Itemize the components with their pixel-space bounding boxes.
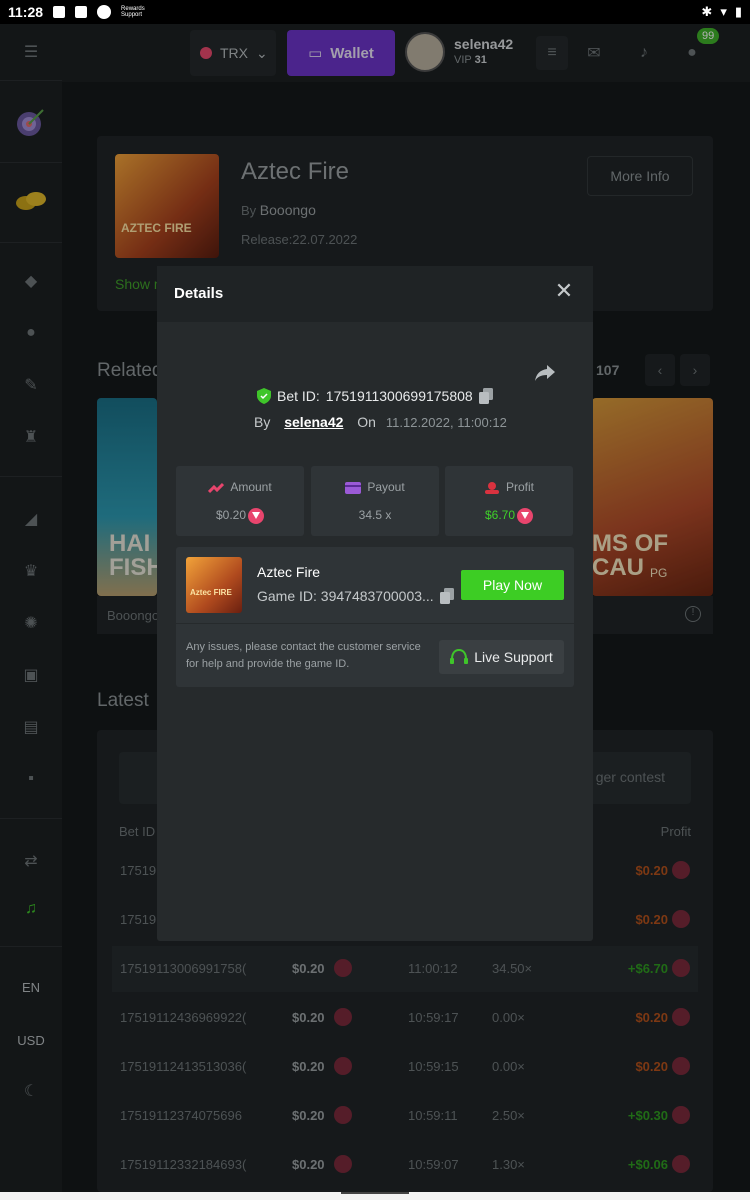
live-support-label: Live Support <box>474 649 553 665</box>
stat-payout: Payout 34.5 x <box>311 466 439 536</box>
battery-icon: ▮ <box>734 4 742 19</box>
app-notification-icon: Rewards Support <box>121 6 145 18</box>
amount-icon <box>208 482 225 493</box>
details-modal: Details ✕ Bet ID: 1751911300699175808 By… <box>157 266 593 941</box>
bet-owner-row: By selena42 On 11.12.2022, 11:00:12 <box>254 414 507 430</box>
stat-payout-label: Payout <box>367 480 405 494</box>
stat-profit-value: $6.70 <box>484 508 516 523</box>
gesture-bar <box>0 1192 750 1200</box>
by-label: By <box>254 414 271 430</box>
live-support-button[interactable]: Live Support <box>439 640 564 674</box>
payout-card-icon <box>345 481 362 494</box>
stat-profit-label-row: Profit <box>445 480 573 494</box>
square-icon <box>75 6 88 18</box>
stat-profit: Profit $6.70 <box>445 466 573 536</box>
shield-check-icon <box>257 388 271 404</box>
profit-icon <box>484 481 499 494</box>
bet-id-value: 1751911300699175808 <box>325 388 473 404</box>
bluetooth-icon: ✱ <box>701 4 713 19</box>
bet-id-label: Bet ID: <box>277 388 320 404</box>
home-indicator[interactable] <box>341 1192 409 1194</box>
stat-amount: Amount $0.20 <box>176 466 304 536</box>
copy-icon[interactable] <box>478 388 493 404</box>
status-time: 11:28 <box>8 4 44 20</box>
stat-profit-value-row: $6.70 <box>445 508 573 524</box>
thumbnail-logo-text: Aztec FIRE <box>190 588 232 597</box>
stat-profit-label: Profit <box>505 480 534 494</box>
game-id: Game ID: 3947483700003... <box>257 588 434 604</box>
support-note: Any issues, please contact the customer … <box>186 641 421 670</box>
status-bar: 11:28 Rewards Support ✱ ▾ ▮ <box>0 0 750 24</box>
bet-user-link[interactable]: selena42 <box>284 414 343 430</box>
stat-payout-value: 34.5 x <box>358 508 392 522</box>
trx-icon <box>517 508 534 524</box>
divider <box>176 623 574 624</box>
game-card: Aztec FIRE Aztec Fire Game ID: 394748370… <box>176 547 574 687</box>
stat-amount-label-row: Amount <box>176 480 304 494</box>
bet-id-row: Bet ID: 1751911300699175808 <box>257 388 493 404</box>
bet-datetime: 11.12.2022, 11:00:12 <box>385 415 507 430</box>
game-id-row: Game ID: 3947483700003... <box>257 588 454 604</box>
headset-icon <box>450 649 469 664</box>
game-name: Aztec Fire <box>257 564 321 580</box>
stat-amount-label: Amount <box>230 480 272 494</box>
copy-icon[interactable] <box>439 588 454 604</box>
on-label: On <box>357 414 376 430</box>
image-icon <box>53 6 66 18</box>
modal-title: Details <box>174 285 224 302</box>
share-icon[interactable] <box>533 360 557 384</box>
stat-payout-label-row: Payout <box>311 480 439 494</box>
status-right: ✱ ▾ ▮ <box>701 4 742 20</box>
close-icon[interactable]: ✕ <box>553 280 575 302</box>
stat-amount-value-row: $0.20 <box>176 508 304 524</box>
wifi-icon: ▾ <box>720 4 727 19</box>
trx-icon <box>248 508 265 524</box>
stat-amount-value: $0.20 <box>215 508 247 523</box>
play-now-button[interactable]: Play Now <box>461 570 564 600</box>
modal-header: Details ✕ <box>157 266 593 322</box>
game-thumbnail[interactable]: Aztec FIRE <box>186 557 242 613</box>
circle-icon <box>97 5 112 19</box>
